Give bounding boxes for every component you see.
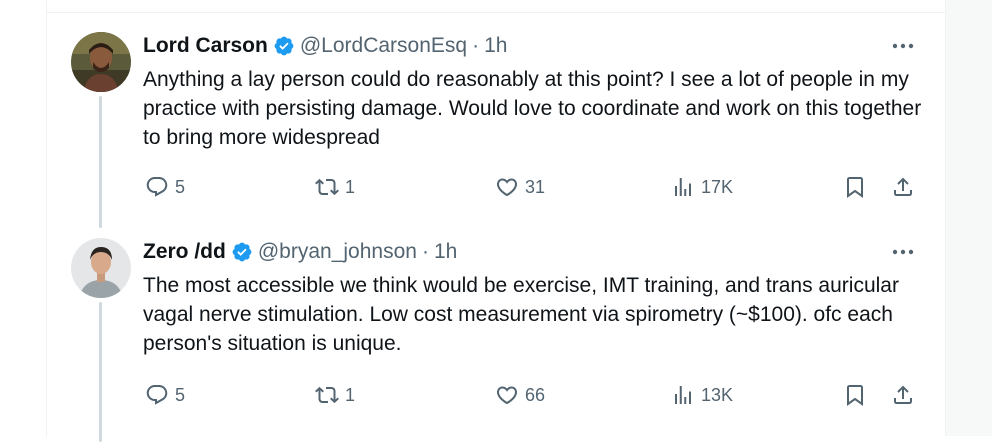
like-count: 66 <box>525 384 546 405</box>
bookmark-icon <box>847 177 863 198</box>
more-options-icon[interactable] <box>891 36 915 56</box>
separator-dot: · <box>421 240 429 263</box>
right-sidebar-edge <box>946 0 992 436</box>
share-button[interactable] <box>891 382 915 408</box>
bookmark-icon <box>847 385 863 406</box>
avatar-photo <box>71 32 131 92</box>
avatar-photo <box>71 238 131 298</box>
reply-icon <box>146 385 168 405</box>
view-count: 17K <box>701 176 734 197</box>
author-handle[interactable]: @bryan_johnson <box>258 240 417 264</box>
author-name[interactable]: Lord Carson <box>143 34 268 58</box>
repost-button[interactable]: 1 <box>315 382 355 408</box>
share-button[interactable] <box>891 174 915 200</box>
thread-connector <box>99 302 102 442</box>
more-options-icon[interactable] <box>891 242 915 262</box>
repost-icon <box>315 178 339 196</box>
tweet[interactable]: Lord Carson @LordCarsonEsq · 1h Anything… <box>47 22 945 228</box>
tweet-actions: 5 1 31 17K <box>143 174 933 200</box>
avatar[interactable] <box>71 32 131 92</box>
reply-button[interactable]: 5 <box>145 382 185 408</box>
reply-thread: Lord Carson @LordCarsonEsq · 1h Anything… <box>0 0 992 442</box>
bookmark-button[interactable] <box>843 174 867 200</box>
author-handle[interactable]: @LordCarsonEsq <box>300 34 467 58</box>
views-button[interactable]: 13K <box>671 382 733 408</box>
like-button[interactable]: 31 <box>495 174 545 200</box>
tweet-actions: 5 1 66 13K <box>143 382 933 408</box>
tweet-text: The most accessible we think would be ex… <box>143 274 899 355</box>
share-icon <box>894 385 912 404</box>
like-count: 31 <box>525 176 546 197</box>
author-name[interactable]: Zero /dd <box>143 240 226 264</box>
bookmark-button[interactable] <box>843 382 867 408</box>
thread-connector <box>99 96 102 228</box>
heart-icon <box>496 178 518 197</box>
reply-count: 5 <box>175 176 186 197</box>
verified-badge-icon[interactable] <box>231 241 253 263</box>
share-icon <box>894 177 912 196</box>
view-count: 13K <box>701 384 734 405</box>
analytics-icon <box>675 386 691 404</box>
tweet[interactable]: Zero /dd @bryan_johnson · 1h The most ac… <box>47 228 945 442</box>
reply-button[interactable]: 5 <box>145 174 185 200</box>
timestamp[interactable]: 1h <box>484 34 507 58</box>
tweet-text: Anything a lay person could do reasonabl… <box>143 68 922 149</box>
separator-dot: · <box>472 34 480 57</box>
reply-icon <box>146 177 168 197</box>
timeline-right-border <box>945 0 946 436</box>
repost-icon <box>315 386 339 404</box>
views-button[interactable]: 17K <box>671 174 733 200</box>
repost-count: 1 <box>345 384 356 405</box>
avatar[interactable] <box>71 238 131 298</box>
analytics-icon <box>675 178 691 196</box>
tweet-header: Zero /dd @bryan_johnson · 1h <box>143 240 457 264</box>
timestamp[interactable]: 1h <box>434 240 457 264</box>
repost-button[interactable]: 1 <box>315 174 355 200</box>
tweet-header: Lord Carson @LordCarsonEsq · 1h <box>143 34 507 58</box>
repost-count: 1 <box>345 176 356 197</box>
divider <box>47 12 945 13</box>
reply-count: 5 <box>175 384 186 405</box>
verified-badge-icon[interactable] <box>273 35 295 57</box>
heart-icon <box>496 386 518 405</box>
like-button[interactable]: 66 <box>495 382 545 408</box>
